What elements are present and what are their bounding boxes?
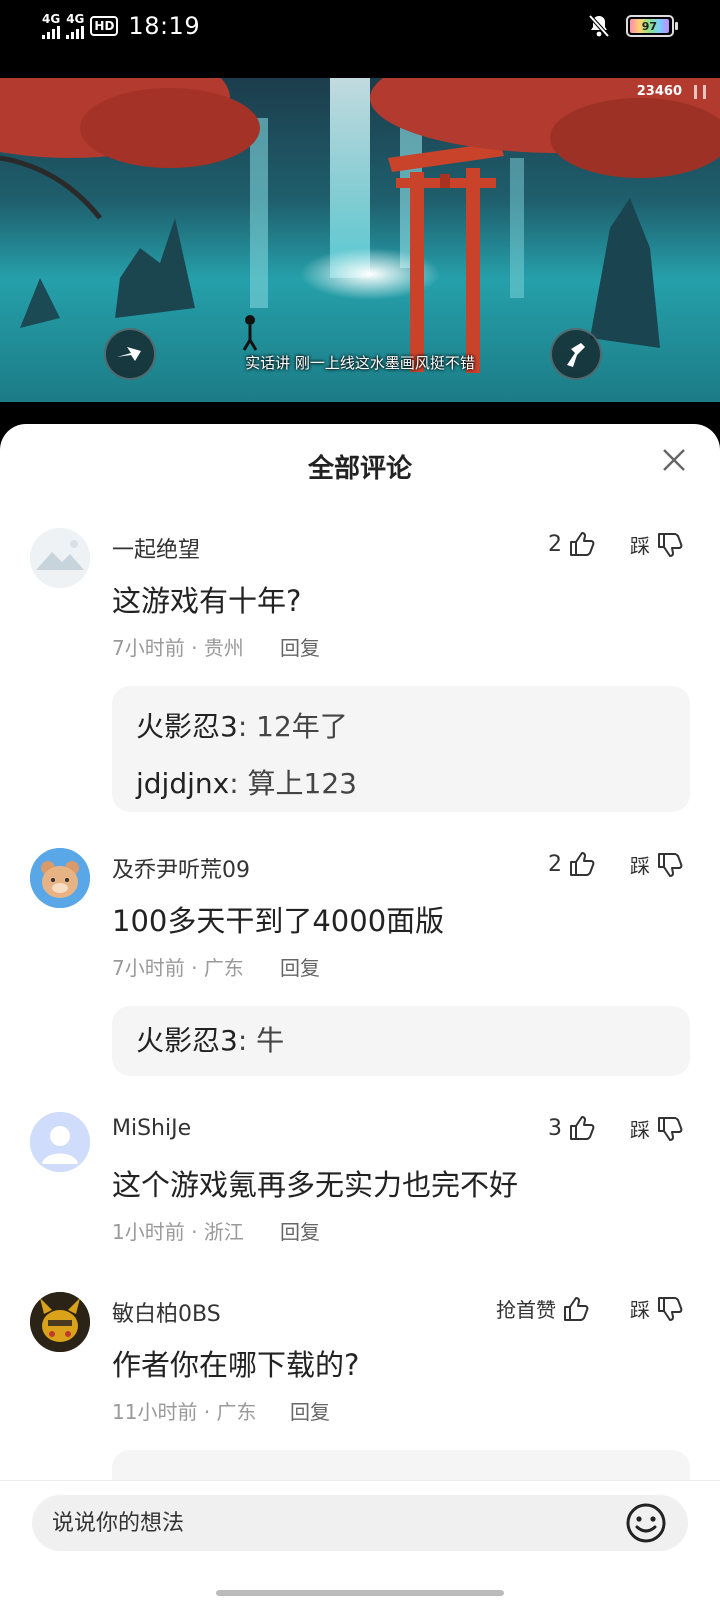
hd-badge: HD bbox=[90, 16, 119, 36]
reply-colon: : bbox=[237, 1024, 257, 1057]
comment-time: 7小时前 bbox=[112, 636, 185, 660]
like-button[interactable]: 3 bbox=[548, 1114, 596, 1142]
comment-username[interactable]: 敏白柏0BS bbox=[112, 1296, 221, 1328]
pause-icon bbox=[694, 85, 706, 99]
thumbs-down-icon bbox=[658, 1116, 683, 1141]
comment-text: 这游戏有十年? bbox=[112, 584, 302, 618]
signal-bars-icon bbox=[42, 25, 60, 39]
network-type-label: 4G bbox=[42, 12, 61, 26]
comment-meta: 7小时前 · 贵州 bbox=[112, 632, 244, 661]
like-count: 抢首赞 bbox=[496, 1298, 556, 1322]
thumbs-down-icon bbox=[658, 1296, 683, 1321]
reply-button[interactable]: 回复 bbox=[280, 1216, 320, 1245]
avatar[interactable] bbox=[30, 848, 90, 908]
reply-text: 12年了 bbox=[256, 710, 348, 743]
comment-location: 广东 bbox=[216, 1400, 257, 1424]
thumbs-up-icon bbox=[570, 1116, 595, 1140]
reply-thread[interactable]: 火影忍3: 牛 bbox=[112, 1006, 690, 1076]
comment-time: 7小时前 bbox=[112, 956, 185, 980]
reply-username[interactable]: jdjdjnx bbox=[136, 767, 229, 800]
meta-separator: · bbox=[191, 1220, 204, 1244]
avatar[interactable] bbox=[30, 1292, 90, 1352]
like-count: 2 bbox=[548, 531, 562, 557]
like-button[interactable]: 2 bbox=[548, 850, 596, 878]
thumbs-up-icon bbox=[570, 532, 595, 556]
reply-item: 火影忍3: 牛 bbox=[136, 1018, 666, 1064]
comment-username[interactable]: 及乔尹听荒09 bbox=[112, 852, 250, 884]
avatar[interactable] bbox=[30, 1112, 90, 1172]
dislike-button[interactable]: 踩 bbox=[630, 1114, 684, 1143]
like-button[interactable]: 2 bbox=[548, 530, 596, 558]
status-bar: 4G 4G HD 18:19 97 bbox=[0, 0, 720, 78]
reply-username[interactable]: 火影忍3 bbox=[136, 1024, 238, 1057]
like-button[interactable]: 抢首赞 bbox=[496, 1294, 590, 1323]
comment-time: 1小时前 bbox=[112, 1220, 185, 1244]
reply-text: 牛 bbox=[256, 1024, 285, 1057]
comment-username[interactable]: MiShiJe bbox=[112, 1116, 191, 1141]
comment-meta: 11小时前 · 广东 bbox=[112, 1396, 257, 1425]
thumbs-up-icon bbox=[570, 852, 595, 876]
comment-location: 贵州 bbox=[203, 636, 244, 660]
reply-item: 火影忍3: 12年了 bbox=[136, 698, 666, 755]
like-count: 3 bbox=[548, 1115, 562, 1141]
close-icon[interactable] bbox=[654, 440, 694, 480]
reply-button[interactable]: 回复 bbox=[290, 1396, 330, 1425]
dislike-label: 踩 bbox=[630, 534, 650, 558]
dislike-label: 踩 bbox=[630, 854, 650, 878]
game-score: 23460 bbox=[636, 84, 682, 99]
home-indicator[interactable] bbox=[216, 1590, 504, 1596]
meta-separator: · bbox=[203, 1400, 217, 1424]
dislike-button[interactable]: 踩 bbox=[630, 1294, 684, 1323]
mute-bell-icon bbox=[588, 14, 610, 38]
dislike-button[interactable]: 踩 bbox=[630, 530, 684, 559]
reply-colon: : bbox=[237, 710, 257, 743]
comment-meta: 1小时前 · 浙江 bbox=[112, 1216, 244, 1245]
battery-icon: 97 bbox=[626, 15, 678, 37]
comment-input[interactable] bbox=[52, 1495, 632, 1551]
comment-meta: 7小时前 · 广东 bbox=[112, 952, 244, 981]
thumbs-down-icon bbox=[658, 532, 683, 557]
avatar[interactable] bbox=[30, 528, 90, 588]
comment-text: 100多天干到了4000面版 bbox=[112, 904, 445, 938]
meta-separator: · bbox=[191, 956, 204, 980]
reply-thread[interactable]: 火影忍3: 12年了 jdjdjnx: 算上123 bbox=[112, 686, 690, 812]
clock: 18:19 bbox=[128, 12, 201, 40]
dislike-button[interactable]: 踩 bbox=[630, 850, 684, 879]
reply-username[interactable]: 火影忍3 bbox=[136, 710, 238, 743]
meta-separator: · bbox=[191, 636, 204, 660]
emoji-icon[interactable] bbox=[624, 1501, 668, 1545]
comment-location: 浙江 bbox=[203, 1220, 244, 1244]
thumbs-down-icon bbox=[658, 852, 683, 877]
battery-level: 97 bbox=[630, 19, 669, 33]
comment-sheet: 全部评论 一起绝望 2 踩 这游戏有十年? 7小时前 · 贵州 回复 火影忍3:… bbox=[0, 424, 720, 1600]
comment-username[interactable]: 一起绝望 bbox=[112, 532, 200, 564]
comment-text: 作者你在哪下载的? bbox=[112, 1348, 360, 1382]
sheet-title: 全部评论 bbox=[307, 454, 412, 484]
video-subtitle: 实话讲 刚一上线这水墨画风挺不错 bbox=[245, 354, 475, 372]
thumbs-up-icon bbox=[564, 1296, 589, 1321]
dislike-label: 踩 bbox=[630, 1118, 650, 1142]
like-count: 2 bbox=[548, 851, 562, 877]
comment-input-bar bbox=[0, 1480, 720, 1600]
signal-indicator-1: 4G bbox=[42, 13, 60, 39]
reply-button[interactable]: 回复 bbox=[280, 632, 320, 661]
reply-item: jdjdjnx: 算上123 bbox=[136, 755, 666, 812]
dislike-label: 踩 bbox=[630, 1298, 650, 1322]
video-player[interactable]: 23460 实话讲 刚一上线这水墨画风挺不错 bbox=[0, 78, 720, 402]
comment-time: 11小时前 bbox=[112, 1400, 198, 1424]
network-type-label: 4G bbox=[66, 12, 85, 26]
reply-colon: : bbox=[229, 767, 248, 800]
reply-text: 算上123 bbox=[247, 767, 357, 800]
comment-text: 这个游戏氪再多无实力也完不好 bbox=[112, 1168, 519, 1202]
comment-location: 广东 bbox=[203, 956, 244, 980]
comment-input-container[interactable] bbox=[32, 1495, 688, 1551]
signal-indicator-2: 4G bbox=[66, 13, 84, 39]
reply-button[interactable]: 回复 bbox=[280, 952, 320, 981]
signal-bars-icon bbox=[66, 25, 85, 39]
